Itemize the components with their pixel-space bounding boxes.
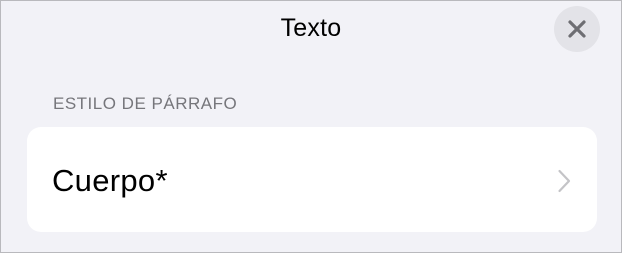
paragraph-style-group: Cuerpo* [27,127,597,232]
panel-title: Texto [280,14,342,42]
chevron-right-icon [557,169,571,193]
paragraph-style-row[interactable]: Cuerpo* [27,127,597,232]
close-icon [567,19,587,39]
paragraph-style-value: Cuerpo* [52,163,168,198]
close-button[interactable] [554,6,600,52]
text-format-panel: Texto ESTILO DE PÁRRAFO Cuerpo* [0,0,622,253]
section-header-paragraph-style: ESTILO DE PÁRRAFO [53,94,238,113]
